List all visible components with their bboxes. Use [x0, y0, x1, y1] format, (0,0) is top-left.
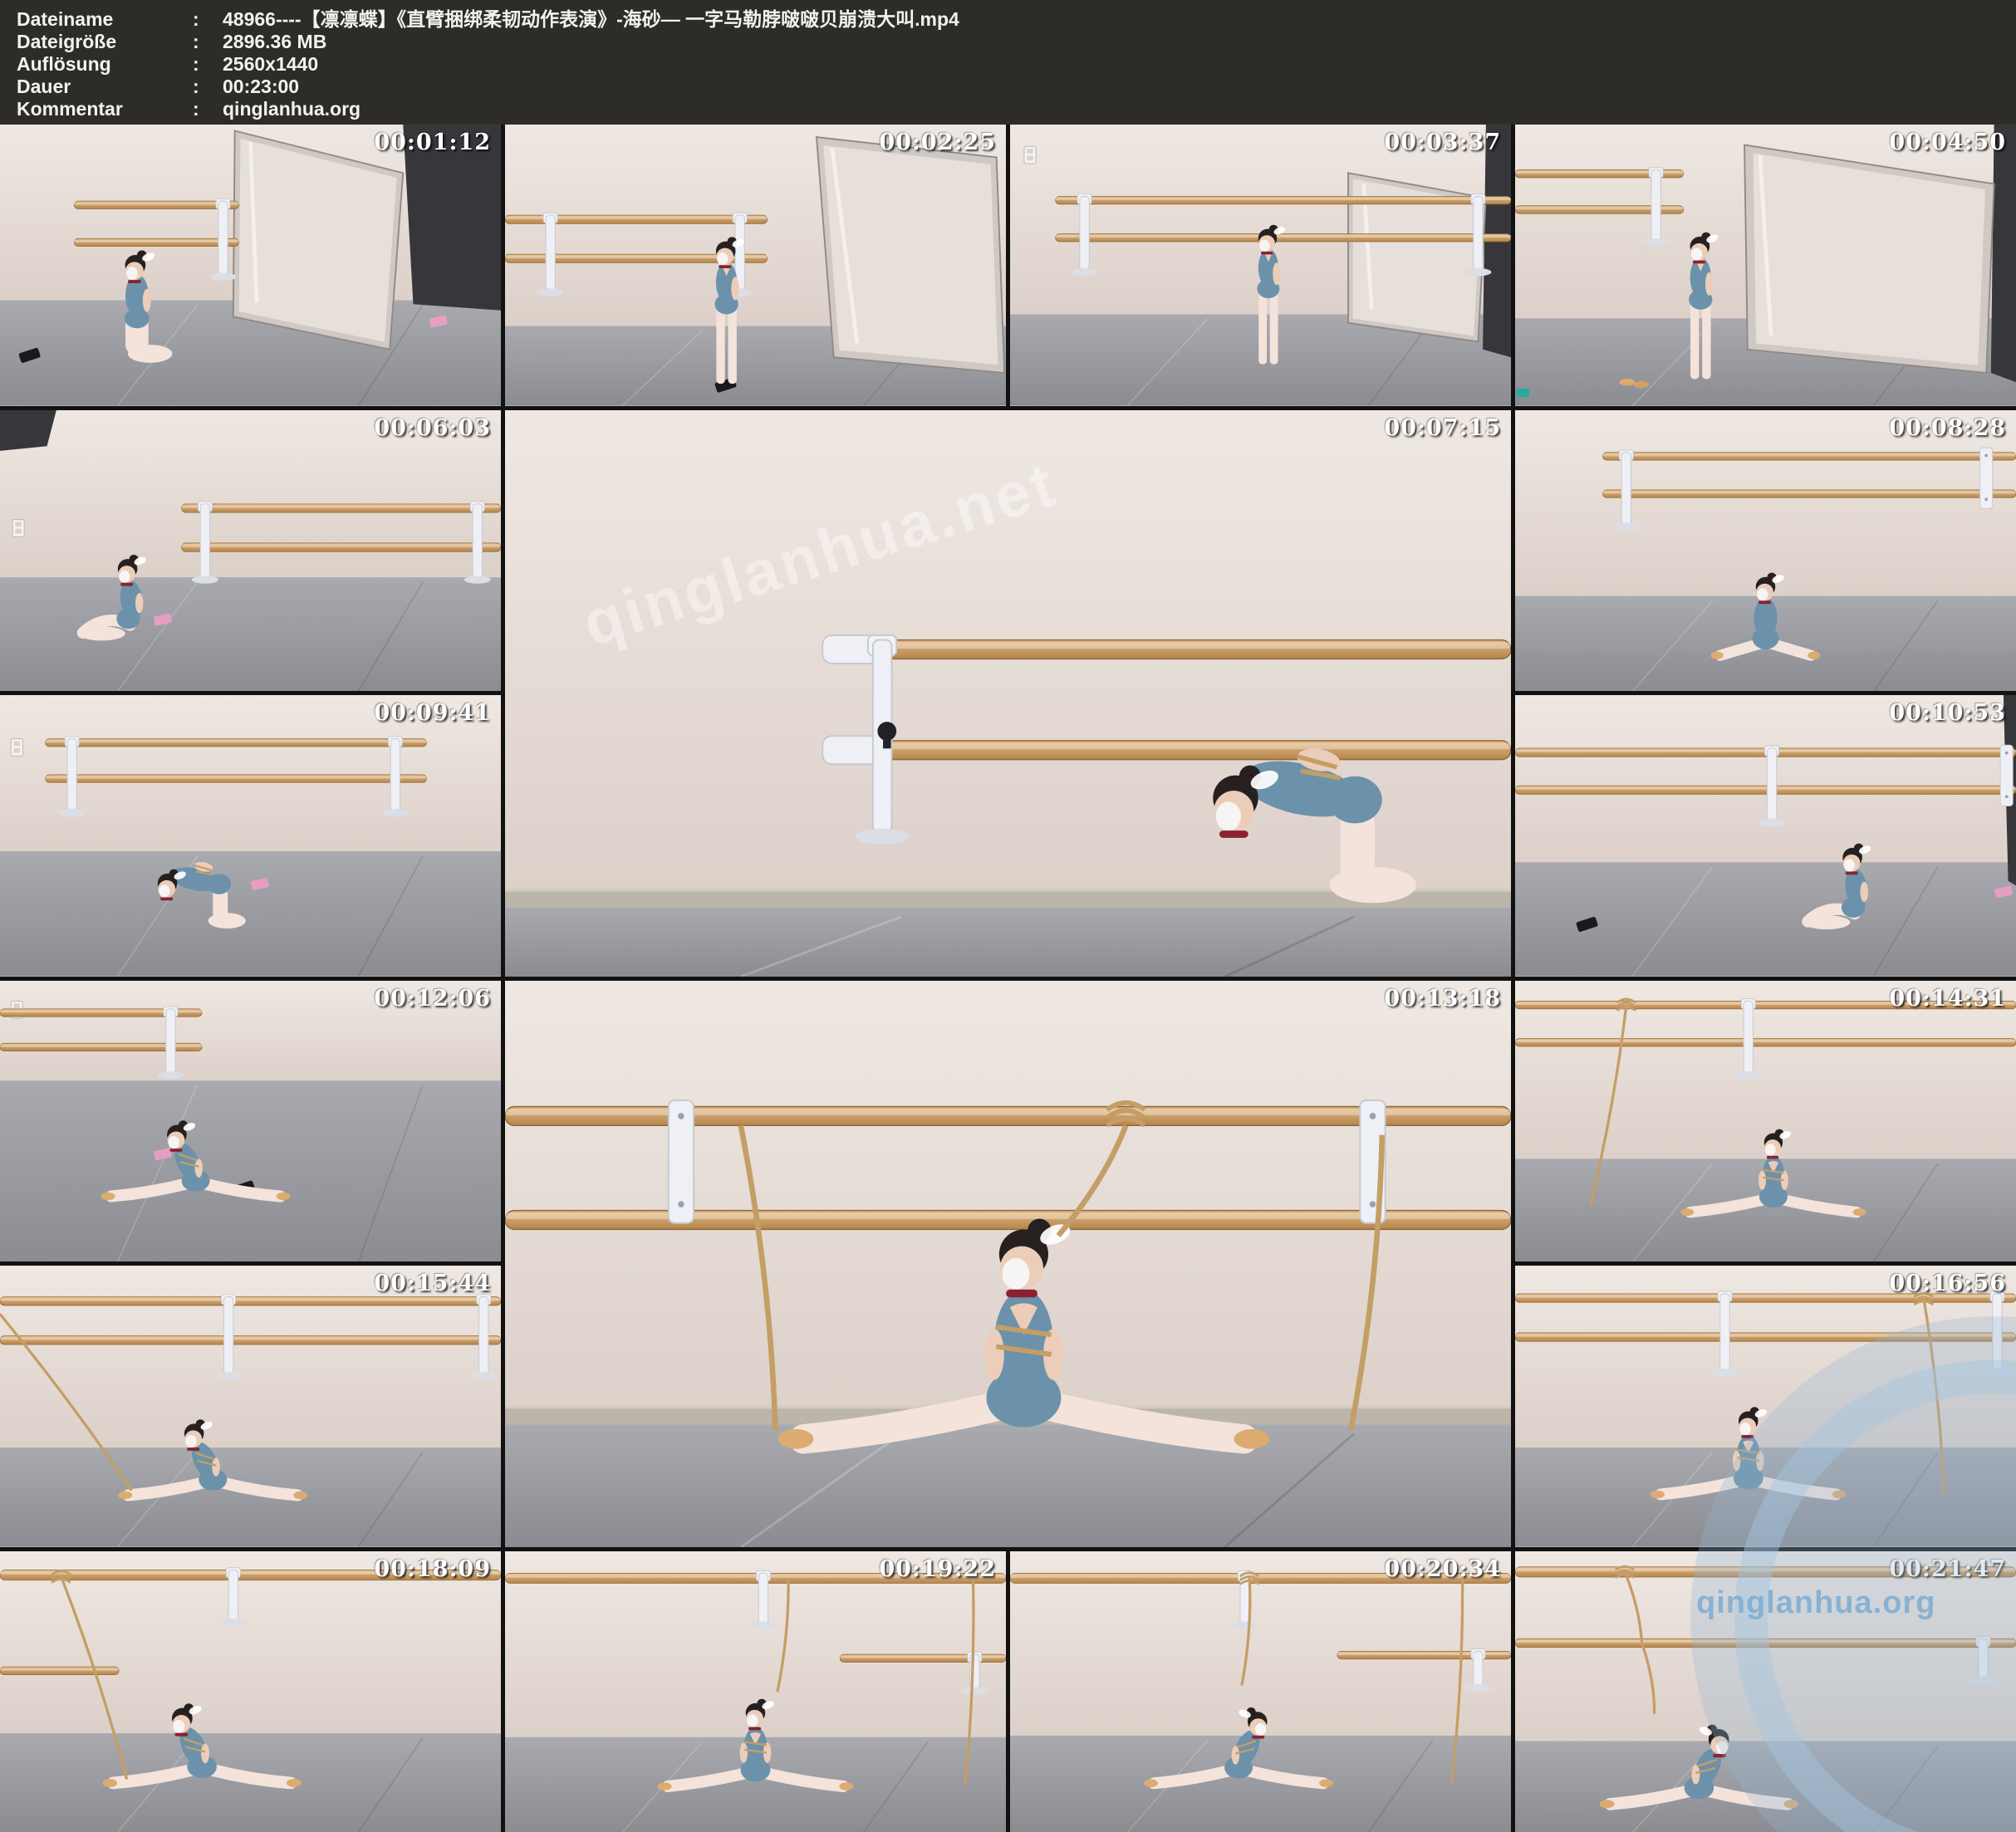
metadata-separator: : — [193, 76, 223, 98]
timestamp-badge: 00:04:50 — [1889, 130, 2006, 155]
thumbnail-scene — [1515, 410, 2016, 692]
timestamp-badge: 00:20:34 — [1384, 1556, 1501, 1582]
metadata-label: Dauer — [17, 76, 193, 98]
metadata-separator: : — [193, 8, 223, 31]
video-thumbnail: 00:12:06 — [0, 981, 501, 1262]
timestamp-badge: 00:09:41 — [374, 700, 491, 726]
video-thumbnail: 00:10:53 — [1515, 695, 2016, 977]
timestamp-badge: 00:13:18 — [1384, 986, 1501, 1012]
metadata-row: Auflösung : 2560x1440 — [17, 53, 2016, 76]
timestamp-badge: 00:14:31 — [1889, 986, 2006, 1012]
timestamp-badge: 00:15:44 — [374, 1271, 491, 1296]
thumbnail-scene — [0, 1266, 501, 1547]
video-thumbnail: 00:08:28 — [1515, 410, 2016, 692]
thumbnail-scene — [0, 125, 501, 406]
video-contact-sheet: Dateiname : 48966----【凛凛蝶】《直臂捆绑柔韧动作表演》-海… — [0, 0, 2016, 1832]
timestamp-badge: 00:07:15 — [1384, 415, 1501, 441]
metadata-label: Dateigröße — [17, 31, 193, 53]
timestamp-badge: 00:21:47 — [1889, 1556, 2006, 1582]
video-thumbnail: 00:21:47 — [1515, 1551, 2016, 1832]
video-thumbnail: 00:14:31 — [1515, 981, 2016, 1262]
thumbnail-scene — [0, 981, 501, 1262]
thumbnail-scene — [505, 1551, 1006, 1832]
video-thumbnail: 00:19:22 — [505, 1551, 1006, 1832]
thumbnail-scene — [1010, 1551, 1511, 1832]
timestamp-badge: 00:01:12 — [374, 130, 491, 155]
metadata-label: Dateiname — [17, 8, 193, 31]
timestamp-badge: 00:08:28 — [1889, 415, 2006, 441]
timestamp-badge: 00:16:56 — [1889, 1271, 2006, 1296]
thumbnail-grid: 00:01:12 00:02:25 00:03:37 00:04:50 00:0… — [0, 125, 2016, 1832]
video-thumbnail: 00:20:34 — [1010, 1551, 1511, 1832]
timestamp-badge: 00:06:03 — [374, 415, 491, 441]
thumbnail-scene — [1515, 1266, 2016, 1547]
metadata-separator: : — [193, 53, 223, 76]
metadata-value: qinglanhua.org — [223, 98, 361, 120]
thumbnail-scene — [1515, 125, 2016, 406]
video-thumbnail: 00:09:41 — [0, 695, 501, 977]
thumbnail-scene — [505, 981, 1511, 1547]
thumbnail-scene — [1010, 125, 1511, 406]
video-thumbnail: 00:15:44 — [0, 1266, 501, 1547]
metadata-header: Dateiname : 48966----【凛凛蝶】《直臂捆绑柔韧动作表演》-海… — [0, 0, 2016, 125]
metadata-row: Dateigröße : 2896.36 MB — [17, 31, 2016, 53]
metadata-label: Kommentar — [17, 98, 193, 120]
video-thumbnail: qinglanhua.net 00:07:15 — [505, 410, 1511, 977]
timestamp-badge: 00:12:06 — [374, 986, 491, 1012]
metadata-row: Kommentar : qinglanhua.org — [17, 98, 2016, 120]
timestamp-badge: 00:10:53 — [1889, 700, 2006, 726]
thumbnail-scene: qinglanhua.net — [505, 410, 1511, 977]
thumbnail-scene — [0, 1551, 501, 1832]
thumbnail-scene — [0, 410, 501, 692]
thumbnail-scene — [1515, 981, 2016, 1262]
video-thumbnail: 00:01:12 — [0, 125, 501, 406]
video-thumbnail: 00:13:18 — [505, 981, 1511, 1547]
metadata-label: Auflösung — [17, 53, 193, 76]
video-thumbnail: 00:03:37 — [1010, 125, 1511, 406]
metadata-separator: : — [193, 31, 223, 53]
timestamp-badge: 00:18:09 — [374, 1556, 491, 1582]
timestamp-badge: 00:02:25 — [879, 130, 996, 155]
video-thumbnail: 00:02:25 — [505, 125, 1006, 406]
metadata-value: 2896.36 MB — [223, 31, 326, 53]
thumbnail-scene — [1515, 695, 2016, 977]
thumbnail-scene — [1515, 1551, 2016, 1832]
video-thumbnail: 00:06:03 — [0, 410, 501, 692]
metadata-separator: : — [193, 98, 223, 120]
metadata-value: 48966----【凛凛蝶】《直臂捆绑柔韧动作表演》-海砂— 一字马勒脖啵啵贝崩… — [223, 8, 959, 31]
thumbnail-scene — [505, 125, 1006, 406]
metadata-value: 2560x1440 — [223, 53, 318, 76]
thumbnail-scene — [0, 695, 501, 977]
metadata-value: 00:23:00 — [223, 76, 299, 98]
video-thumbnail: 00:04:50 — [1515, 125, 2016, 406]
video-thumbnail: 00:18:09 — [0, 1551, 501, 1832]
timestamp-badge: 00:03:37 — [1384, 130, 1501, 155]
video-thumbnail: 00:16:56 — [1515, 1266, 2016, 1547]
timestamp-badge: 00:19:22 — [879, 1556, 996, 1582]
metadata-row: Dateiname : 48966----【凛凛蝶】《直臂捆绑柔韧动作表演》-海… — [17, 8, 2016, 31]
metadata-row: Dauer : 00:23:00 — [17, 76, 2016, 98]
